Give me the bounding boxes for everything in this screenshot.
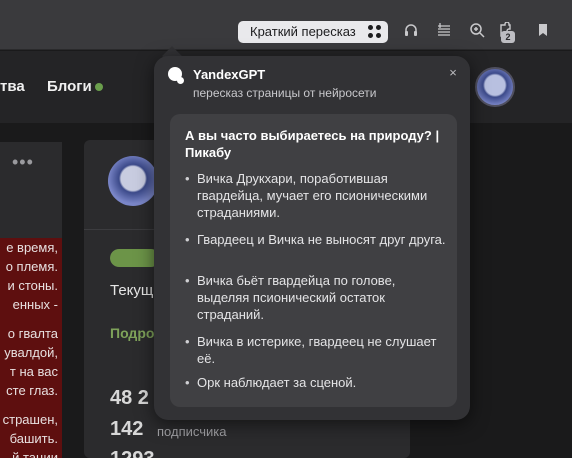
profile-avatar[interactable] <box>108 156 158 206</box>
post-line: сте глаз. <box>6 383 58 398</box>
close-icon[interactable]: × <box>446 66 460 80</box>
stat-rating: 48 2 <box>110 387 149 409</box>
article-title: А вы часто выбираетесь на природу? | Пик… <box>185 128 440 160</box>
yandexgpt-logo-icon <box>168 67 184 84</box>
post-line: о гвалта <box>7 326 58 341</box>
stat-subscribers-label: подписчика <box>157 424 227 439</box>
post-line: й тации <box>12 450 58 458</box>
popup-subtitle: пересказ страницы от нейросети <box>193 86 377 100</box>
post-card: ••• е время, о племя. и стоны. енных - о… <box>0 142 62 458</box>
browser-toolbar: Краткий пересказ 2 <box>0 0 572 50</box>
post-line: енных - <box>12 297 58 312</box>
post-line: башить. <box>9 431 58 446</box>
summary-bullet: Гвардеец и Вичка не выносят друг друга. <box>185 231 447 248</box>
nav-link-partial[interactable]: тва <box>0 78 25 95</box>
post-line: т на вас <box>9 364 58 379</box>
post-line: увалдой, <box>4 345 58 360</box>
dots-grid-icon <box>368 25 382 39</box>
status-dot <box>95 83 103 91</box>
progress-fill <box>110 249 160 267</box>
reader-icon[interactable] <box>434 22 454 42</box>
current-label: Текущ <box>110 282 154 299</box>
user-avatar[interactable] <box>475 67 515 107</box>
summary-button-label: Краткий пересказ <box>250 24 356 39</box>
zoom-icon[interactable] <box>467 22 487 42</box>
details-link[interactable]: Подро <box>110 325 154 341</box>
post-line: страшен, <box>2 412 58 427</box>
progress-bar <box>110 249 160 267</box>
post-line: е время, <box>6 240 58 255</box>
post-line: о племя. <box>5 259 58 274</box>
bookmark-icon[interactable] <box>533 22 553 42</box>
summary-button[interactable]: Краткий пересказ <box>238 21 388 43</box>
summary-bullet: Вичка в истерике, гвардеец не слушает её… <box>185 333 447 367</box>
nav-link-blogs[interactable]: Блоги <box>47 78 92 95</box>
post-image-text: е время, о племя. и стоны. енных - о гва… <box>0 238 62 458</box>
headphones-icon[interactable] <box>401 22 421 42</box>
more-options-icon[interactable]: ••• <box>12 152 34 173</box>
summary-bullet: Вичка Друкхари, поработившая гвардейца, … <box>185 170 447 221</box>
post-line: и стоны. <box>7 278 58 293</box>
summary-bullet: Орк наблюдает за сценой. <box>185 374 447 391</box>
summary-bullet: Вичка бьёт гвардейца по голове, выделяя … <box>185 272 447 323</box>
popup-title: YandexGPT <box>193 67 266 82</box>
stat-third: 1293 <box>110 448 155 458</box>
extensions-badge: 2 <box>501 31 515 43</box>
stat-subscribers-count: 142 <box>110 418 144 440</box>
